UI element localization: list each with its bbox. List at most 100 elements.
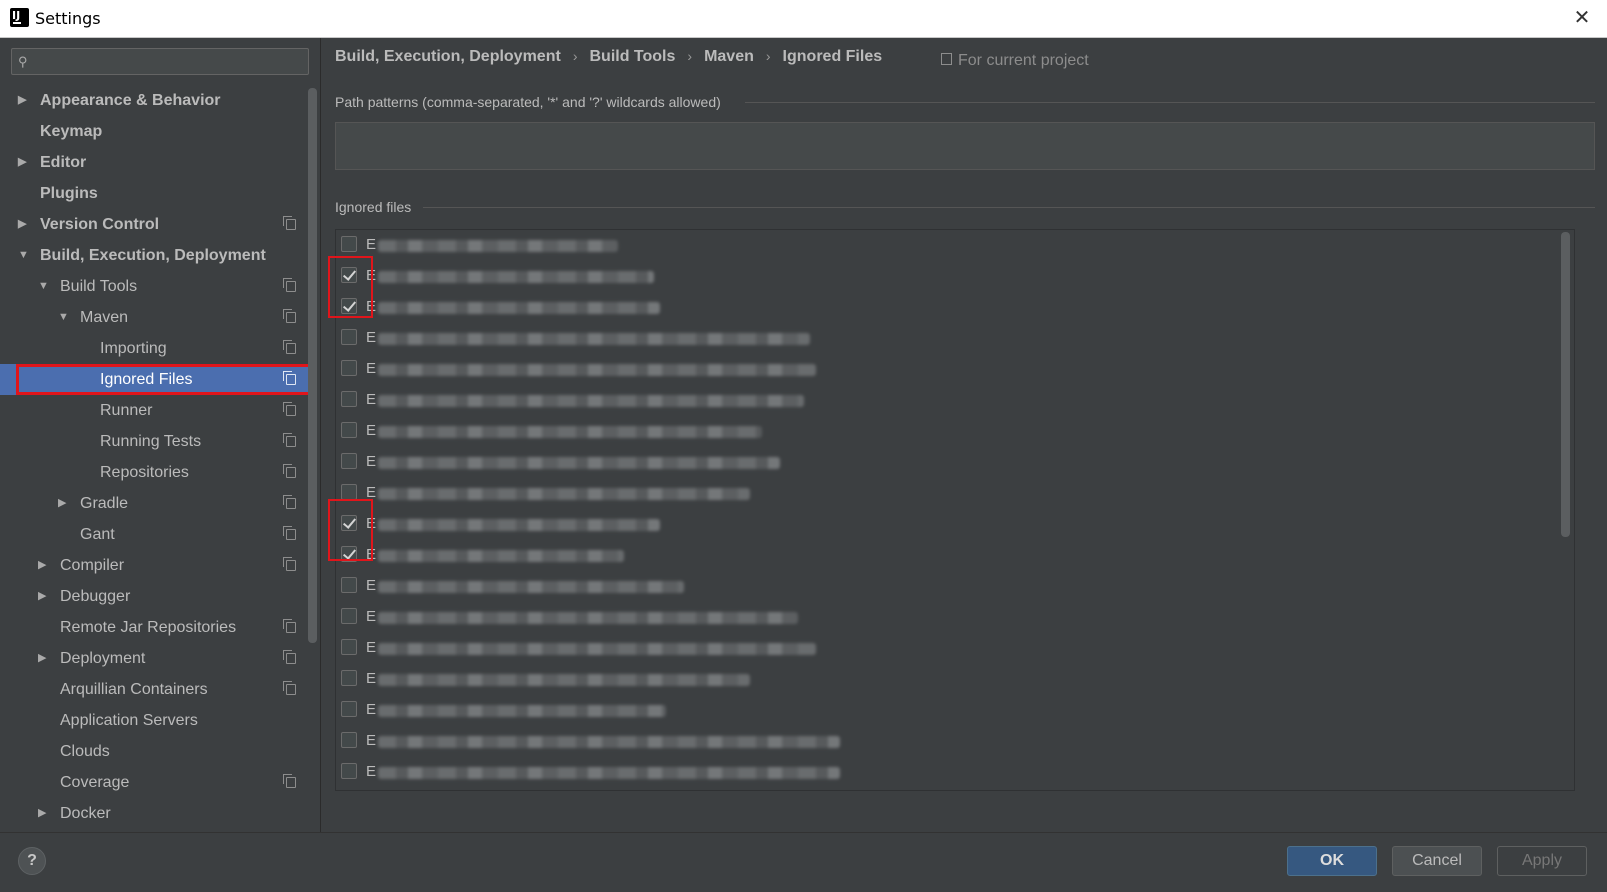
sidebar-item-plugins[interactable]: Plugins <box>0 178 310 209</box>
ignore-checkbox[interactable] <box>341 298 357 314</box>
redacted-file-path <box>378 395 804 407</box>
breadcrumb-item[interactable]: Build Tools <box>589 48 675 65</box>
ignore-checkbox[interactable] <box>341 515 357 531</box>
sidebar-item-running-tests[interactable]: Running Tests <box>0 426 310 457</box>
sidebar-item-importing[interactable]: Importing <box>0 333 310 364</box>
ignore-checkbox[interactable] <box>341 484 357 500</box>
sidebar-item-build-tools[interactable]: ▼ Build Tools <box>0 271 310 302</box>
ok-button[interactable]: OK <box>1287 846 1377 876</box>
list-item[interactable]: E <box>336 633 1574 664</box>
sidebar-item-gant[interactable]: Gant <box>0 519 310 550</box>
file-path-text: E <box>366 236 377 253</box>
ignored-files-list[interactable]: EEEEEEEEEEEEEEEEEEE <box>335 229 1575 791</box>
redacted-file-path <box>378 643 816 655</box>
list-item[interactable]: E <box>336 230 1574 261</box>
cancel-button[interactable]: Cancel <box>1392 846 1482 876</box>
sidebar-item-docker[interactable]: ▶ Docker <box>0 798 310 829</box>
chevron-right-icon[interactable]: ▶ <box>38 550 50 581</box>
window-title: Settings <box>35 9 101 28</box>
apply-button[interactable]: Apply <box>1497 846 1587 876</box>
sidebar-item-build-execution-deployment[interactable]: ▼ Build, Execution, Deployment <box>0 240 310 271</box>
chevron-right-icon[interactable]: ▶ <box>38 581 50 612</box>
ignore-checkbox[interactable] <box>341 577 357 593</box>
ignore-checkbox[interactable] <box>341 267 357 283</box>
list-item[interactable]: E <box>336 323 1574 354</box>
sidebar-item-maven[interactable]: ▼ Maven <box>0 302 310 333</box>
sidebar-item-label: Gant <box>80 526 115 543</box>
ignore-checkbox[interactable] <box>341 453 357 469</box>
search-field[interactable]: ⚲ <box>11 48 309 75</box>
breadcrumb-item[interactable]: Build, Execution, Deployment <box>335 48 561 65</box>
sidebar-item-arquillian-containers[interactable]: Arquillian Containers <box>0 674 310 705</box>
chevron-right-icon[interactable]: ▶ <box>58 488 70 519</box>
help-button[interactable]: ? <box>18 847 46 875</box>
ignore-checkbox[interactable] <box>341 422 357 438</box>
sidebar-item-deployment[interactable]: ▶ Deployment <box>0 643 310 674</box>
dialog-button-bar: ? OK Cancel Apply <box>0 832 1607 892</box>
list-item[interactable]: E <box>336 354 1574 385</box>
path-patterns-input[interactable] <box>335 122 1595 170</box>
chevron-right-icon[interactable]: ▶ <box>18 147 30 178</box>
list-item[interactable]: E <box>336 478 1574 509</box>
ignore-checkbox[interactable] <box>341 360 357 376</box>
sidebar-item-coverage[interactable]: Coverage <box>0 767 310 798</box>
copy-icon <box>283 464 296 478</box>
chevron-down-icon[interactable]: ▼ <box>38 271 50 302</box>
sidebar-item-application-servers[interactable]: Application Servers <box>0 705 310 736</box>
chevron-down-icon[interactable]: ▼ <box>18 240 30 271</box>
sidebar-item-ignored-files[interactable]: Ignored Files <box>0 364 312 395</box>
sidebar-item-runner[interactable]: Runner <box>0 395 310 426</box>
ignore-checkbox[interactable] <box>341 639 357 655</box>
list-item[interactable]: E <box>336 726 1574 757</box>
sidebar-item-appearance-behavior[interactable]: ▶ Appearance & Behavior <box>0 85 310 116</box>
ignore-checkbox[interactable] <box>341 391 357 407</box>
chevron-down-icon[interactable]: ▼ <box>58 302 70 333</box>
sidebar-item-version-control[interactable]: ▶ Version Control <box>0 209 310 240</box>
sidebar-item-compiler[interactable]: ▶ Compiler <box>0 550 310 581</box>
sidebar-item-editor[interactable]: ▶ Editor <box>0 147 310 178</box>
chevron-right-icon[interactable]: ▶ <box>38 643 50 674</box>
list-item[interactable]: E <box>336 416 1574 447</box>
list-item[interactable]: E <box>336 695 1574 726</box>
ignore-checkbox[interactable] <box>341 329 357 345</box>
ignore-checkbox[interactable] <box>341 236 357 252</box>
scope-indicator: For current project <box>941 52 1089 70</box>
copy-icon <box>283 619 296 633</box>
sidebar-item-label: Version Control <box>40 216 160 233</box>
list-item[interactable]: E <box>336 571 1574 602</box>
ignore-checkbox[interactable] <box>341 670 357 686</box>
breadcrumb-item[interactable]: Maven <box>704 48 754 65</box>
list-item[interactable]: E <box>336 664 1574 695</box>
sidebar-scrollbar[interactable] <box>308 88 317 643</box>
sidebar-item-gradle[interactable]: ▶ Gradle <box>0 488 310 519</box>
list-item[interactable]: E <box>336 261 1574 292</box>
chevron-right-icon[interactable]: ▶ <box>38 798 50 829</box>
search-input[interactable] <box>40 51 304 73</box>
ignore-checkbox[interactable] <box>341 546 357 562</box>
redacted-file-path <box>378 581 684 593</box>
list-item[interactable]: E <box>336 292 1574 323</box>
chevron-right-icon[interactable]: ▶ <box>18 85 30 116</box>
list-item[interactable]: E <box>336 757 1574 788</box>
chevron-right-icon[interactable]: ▶ <box>18 209 30 240</box>
list-item[interactable]: E <box>336 509 1574 540</box>
list-item[interactable]: E <box>336 540 1574 571</box>
list-item[interactable]: E <box>336 385 1574 416</box>
sidebar-item-debugger[interactable]: ▶ Debugger <box>0 581 310 612</box>
list-item[interactable]: E <box>336 447 1574 478</box>
sidebar-item-keymap[interactable]: Keymap <box>0 116 310 147</box>
ignore-checkbox[interactable] <box>341 732 357 748</box>
ignore-checkbox[interactable] <box>341 763 357 779</box>
ignore-checkbox[interactable] <box>341 608 357 624</box>
sidebar-item-label: Appearance & Behavior <box>40 92 221 109</box>
list-item[interactable]: E <box>336 788 1574 790</box>
breadcrumb-item: Ignored Files <box>782 48 883 65</box>
file-path-text: E <box>366 670 377 687</box>
list-item[interactable]: E <box>336 602 1574 633</box>
sidebar-item-label: Coverage <box>60 774 130 791</box>
sidebar-item-repositories[interactable]: Repositories <box>0 457 310 488</box>
sidebar-item-clouds[interactable]: Clouds <box>0 736 310 767</box>
ignore-checkbox[interactable] <box>341 701 357 717</box>
sidebar-item-remote-jar-repositories[interactable]: Remote Jar Repositories <box>0 612 310 643</box>
close-icon[interactable]: ✕ <box>1571 7 1593 29</box>
